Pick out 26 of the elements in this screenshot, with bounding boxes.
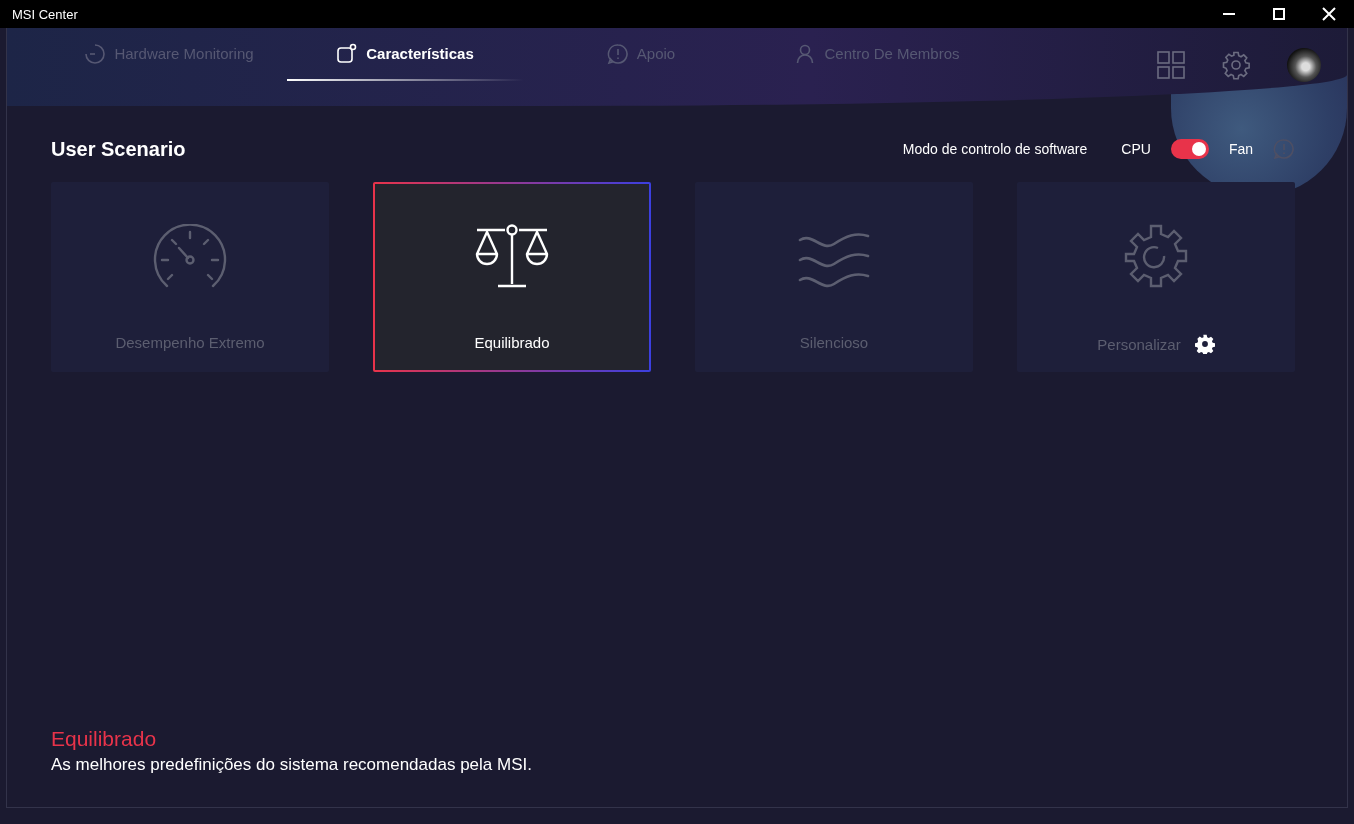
scenario-card[interactable]: Silencioso [695,182,973,372]
speech-alert-icon [606,42,629,65]
cpu-label: CPU [1121,141,1151,157]
settings-icon[interactable] [1194,334,1215,354]
scenario-label: Personalizar [1097,335,1181,353]
scenario-label: Desempenho Extremo [115,334,265,351]
cpu-fan-toggle[interactable] [1170,139,1209,159]
scenario-label: Equilibrado [474,334,550,351]
maximize-icon [1272,7,1286,21]
description-text: As melhores predefinições do sistema recomendadas pela MSI. [51,755,533,775]
window-title: MSI Center [11,6,78,22]
mode-label: Modo de controlo de software [902,141,1088,157]
description-title: Equilibrado [51,727,158,751]
close-icon [1322,7,1336,21]
scenario-label: Silencioso [799,334,869,351]
square-dot-icon [336,42,359,65]
nav-tab[interactable]: Características [287,28,523,81]
grid-icon[interactable] [1157,51,1185,79]
gauge-icon [84,42,107,65]
fan-label: Fan [1228,141,1253,157]
scenario-card[interactable]: Equilibrado [373,182,651,372]
scenario-card[interactable]: Personalizar [1017,182,1295,372]
scenario-card[interactable]: Desempenho Extremo [51,182,329,372]
section-title: User Scenario [51,137,186,161]
nav-tab[interactable]: Centro De Membros [759,28,995,81]
avatar[interactable] [1287,48,1321,82]
